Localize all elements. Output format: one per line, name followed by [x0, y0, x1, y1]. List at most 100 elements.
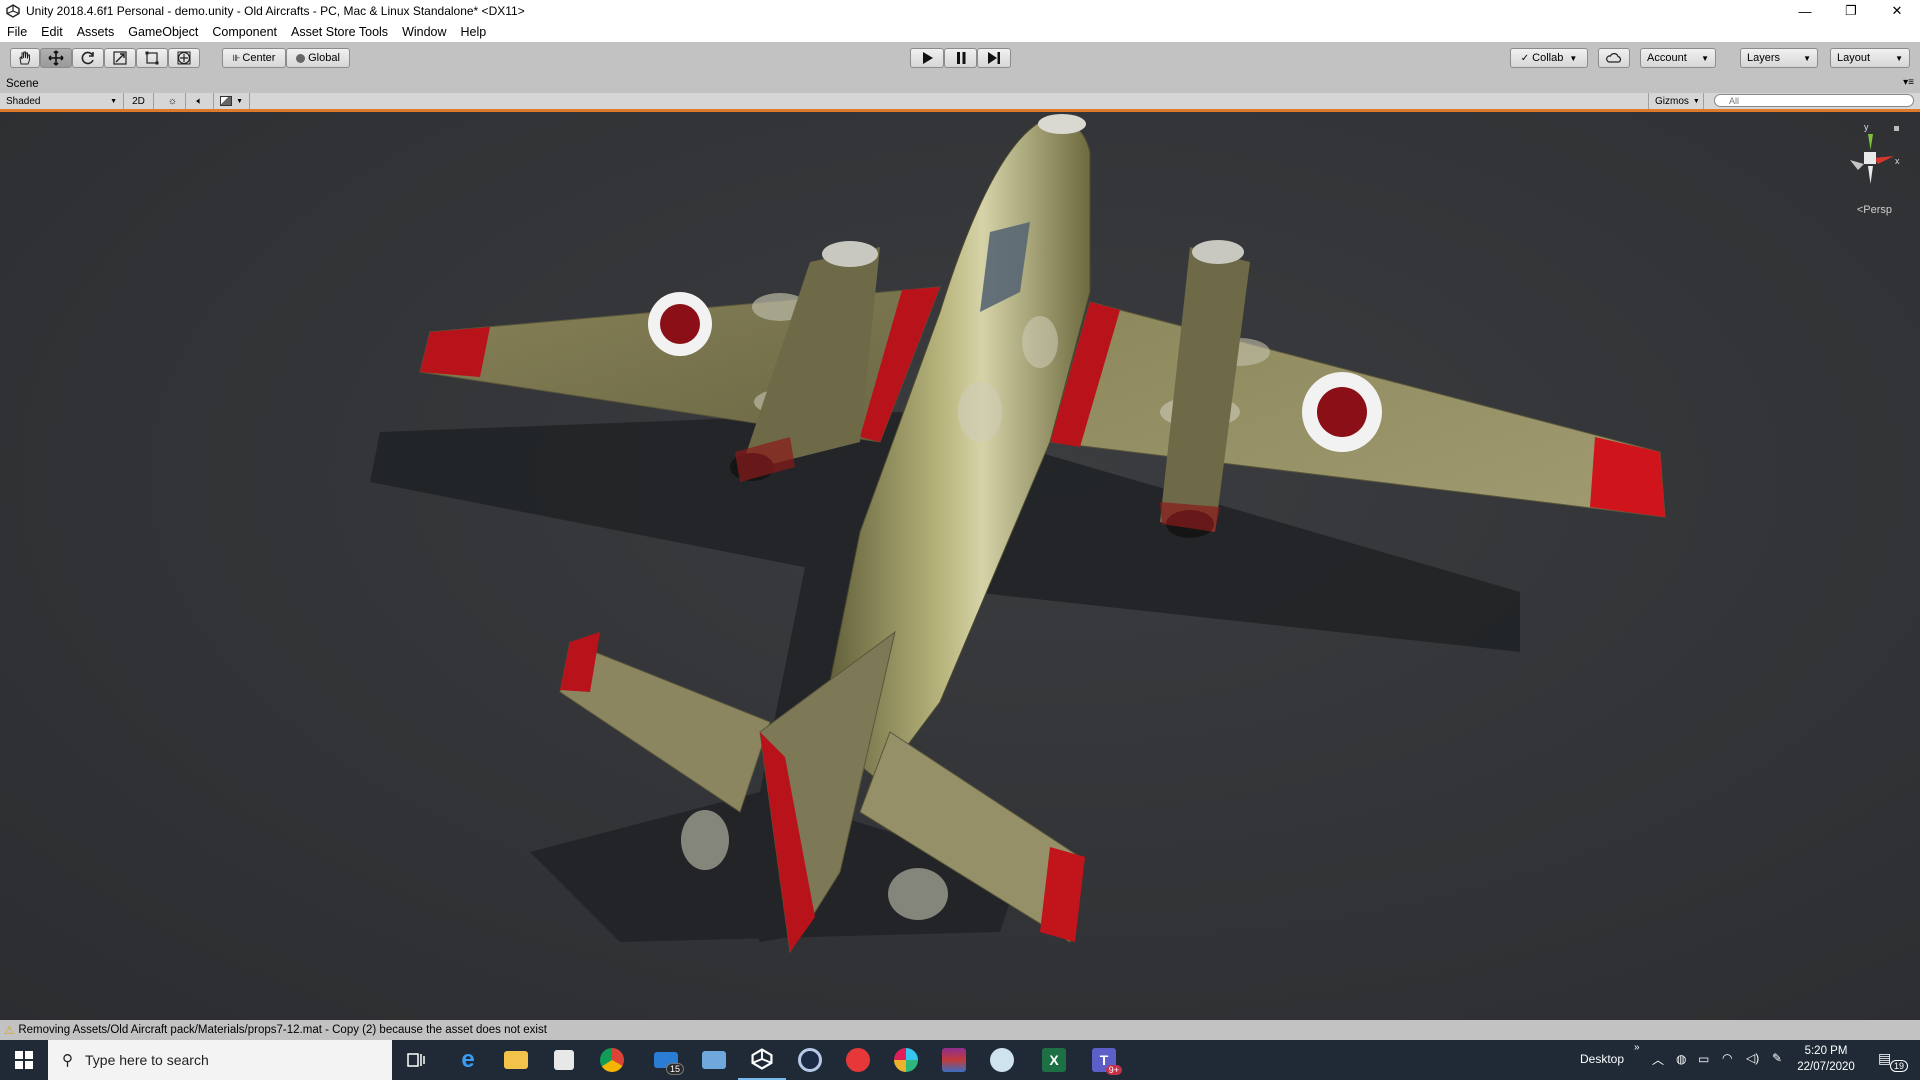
system-tray: Desktop » ︿ ◍ ▭ ◠ ◁) ✎ 5:20 PM 22/07/202… [1580, 1040, 1920, 1080]
lighting-toggle[interactable]: ☼ [160, 93, 186, 109]
toggle-2d-button[interactable]: 2D [124, 93, 154, 109]
gizmo-x-axis[interactable] [1874, 156, 1894, 164]
menu-file[interactable]: File [0, 25, 34, 39]
battery-icon[interactable]: ▭ [1698, 1052, 1709, 1066]
taskbar-excel[interactable]: X [1030, 1040, 1078, 1080]
image-icon [220, 96, 233, 106]
taskbar-file-explorer[interactable] [492, 1040, 540, 1080]
chevron-up-icon[interactable]: ︿ [1652, 1051, 1664, 1068]
taskbar-app-red[interactable] [834, 1040, 882, 1080]
maximize-button[interactable]: ❐ [1828, 0, 1874, 22]
cloud-button[interactable] [1598, 48, 1630, 68]
menu-window[interactable]: Window [395, 25, 453, 39]
double-chevron-icon[interactable]: » [1634, 1042, 1640, 1053]
effects-dropdown[interactable]: ▼ [214, 93, 250, 109]
lock-icon[interactable] [1894, 126, 1899, 131]
volume-icon[interactable]: ◁) [1746, 1051, 1759, 1065]
minimize-button[interactable]: — [1782, 0, 1828, 22]
account-label: Account [1647, 52, 1687, 64]
taskbar-remote-desktop[interactable] [690, 1040, 738, 1080]
taskbar-edge[interactable]: e [444, 1040, 492, 1080]
panel-menu-icon[interactable]: ▾≡ [1903, 77, 1914, 88]
speaker-icon: 🔈︎ [196, 95, 203, 107]
gizmo-y-label: y [1864, 122, 1869, 132]
globe-icon [296, 53, 306, 63]
gizmo-neg-y-axis[interactable] [1868, 166, 1873, 184]
close-button[interactable]: ✕ [1874, 0, 1920, 22]
chrome-icon [600, 1048, 624, 1072]
hand-tool-button[interactable] [10, 48, 40, 68]
layout-label: Layout [1837, 52, 1871, 64]
scene-viewport[interactable]: y x <Persp [0, 112, 1920, 1020]
mode-2d-label: 2D [132, 95, 145, 107]
sun-icon: ☼ [167, 95, 178, 107]
space-global-button[interactable]: Global [286, 48, 350, 68]
gizmo-z-axis[interactable] [1850, 160, 1864, 170]
chevron-down-icon: ▼ [1692, 97, 1700, 105]
tab-scene[interactable]: Scene [0, 75, 45, 93]
unity-logo-icon [6, 4, 20, 18]
excel-icon: X [1042, 1048, 1066, 1072]
clock[interactable]: 5:20 PM 22/07/2020 [1790, 1043, 1862, 1075]
gizmo-cube[interactable] [1864, 152, 1876, 164]
gizmo-x-label: x [1895, 156, 1900, 166]
layers-label: Layers [1747, 52, 1781, 64]
taskbar-app-brush[interactable] [978, 1040, 1026, 1080]
taskbar-chrome[interactable] [588, 1040, 636, 1080]
step-button[interactable] [977, 48, 1011, 68]
brush-icon [990, 1048, 1014, 1072]
start-button[interactable] [0, 1040, 48, 1080]
taskbar-mail[interactable]: 15 [642, 1040, 690, 1080]
pause-button[interactable] [944, 48, 977, 68]
shading-mode-dropdown[interactable]: Shaded ▼ [0, 93, 124, 109]
pivot-center-button[interactable]: ⊪ Center [222, 48, 286, 68]
transform-tool-button[interactable] [168, 48, 200, 68]
task-view-button[interactable] [392, 1040, 440, 1080]
menu-gameobject[interactable]: GameObject [121, 25, 205, 39]
chevron-down-icon: ▼ [1895, 53, 1903, 63]
account-dropdown[interactable]: Account ▼ [1640, 48, 1716, 68]
menu-component[interactable]: Component [205, 25, 284, 39]
taskbar-search[interactable]: ⚲ Type here to search [48, 1040, 392, 1080]
move-tool-button[interactable] [40, 48, 72, 68]
play-button[interactable] [910, 48, 944, 68]
taskbar-slack[interactable] [882, 1040, 930, 1080]
rotate-tool-button[interactable] [72, 48, 104, 68]
desktop-toolbar-label[interactable]: Desktop [1580, 1052, 1624, 1066]
status-bar[interactable]: ⚠ Removing Assets/Old Aircraft pack/Mate… [0, 1020, 1920, 1040]
taskbar-unity[interactable] [738, 1040, 786, 1080]
projection-toggle[interactable]: <Persp [1857, 204, 1892, 216]
rect-icon [145, 51, 159, 65]
rect-tool-button[interactable] [136, 48, 168, 68]
pivot-icon: ⊪ [232, 52, 241, 63]
orientation-gizmo[interactable]: y x [1842, 120, 1902, 210]
audio-toggle[interactable]: 🔈︎ [186, 93, 214, 109]
search-icon: ⚲ [62, 1052, 73, 1069]
gizmo-y-axis[interactable] [1868, 134, 1873, 150]
network-app-icon[interactable]: ◍ [1676, 1052, 1686, 1066]
windows-taskbar: ⚲ Type here to search e 15 X T 9+ Deskto… [0, 1040, 1920, 1080]
pen-icon[interactable]: ✎ [1772, 1051, 1782, 1065]
taskbar-teams[interactable]: T 9+ [1080, 1040, 1128, 1080]
gizmos-label: Gizmos [1655, 95, 1689, 107]
menu-asset-store-tools[interactable]: Asset Store Tools [284, 25, 395, 39]
wifi-icon[interactable]: ◠ [1722, 1051, 1732, 1065]
cloud-icon [1606, 53, 1622, 63]
chevron-down-icon: ▼ [1803, 53, 1811, 63]
menu-help[interactable]: Help [454, 25, 494, 39]
play-icon [923, 52, 933, 64]
scene-search-input[interactable] [1714, 94, 1914, 107]
taskbar-store[interactable] [540, 1040, 588, 1080]
gizmos-dropdown[interactable]: Gizmos ▼ [1648, 93, 1704, 109]
folder-icon [504, 1051, 528, 1069]
collab-dropdown[interactable]: ✓ Collab ▼ [1510, 48, 1588, 68]
layout-dropdown[interactable]: Layout ▼ [1830, 48, 1910, 68]
taskbar-winrar[interactable] [930, 1040, 978, 1080]
layers-dropdown[interactable]: Layers ▼ [1740, 48, 1818, 68]
menu-assets[interactable]: Assets [70, 25, 122, 39]
menu-edit[interactable]: Edit [34, 25, 70, 39]
edge-icon: e [461, 1046, 475, 1073]
scale-tool-button[interactable] [104, 48, 136, 68]
taskbar-app-circle[interactable] [786, 1040, 834, 1080]
pause-icon [956, 52, 965, 64]
